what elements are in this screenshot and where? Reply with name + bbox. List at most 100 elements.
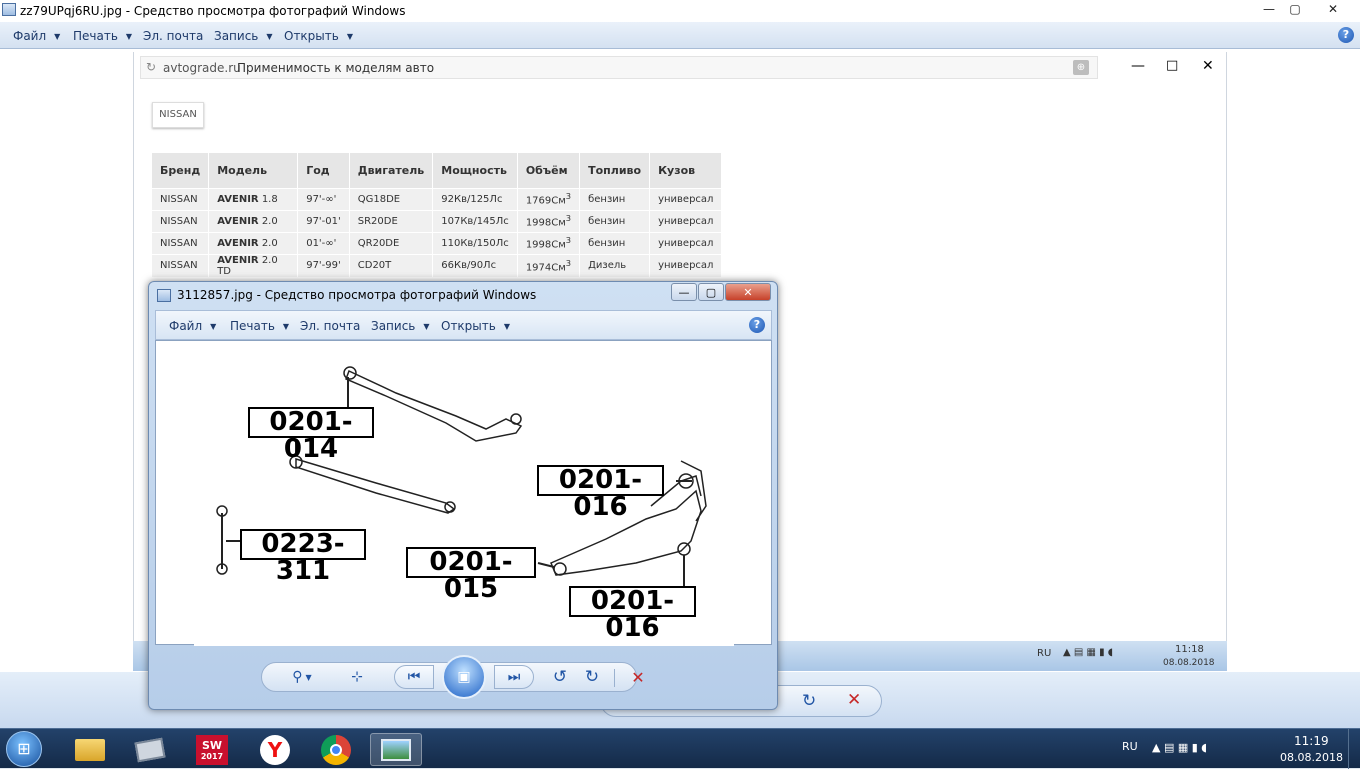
browser-maximize-button[interactable]: □ [1166, 58, 1178, 73]
cell-engine: SR20DE [349, 209, 434, 232]
help-icon[interactable]: ? [749, 317, 765, 333]
model-trim: 1.8 [261, 193, 278, 205]
table-row: NISSAN AVENIR 2.0 01'-∞' QR20DE 110Кв/15… [152, 231, 723, 254]
header-volume: Объём [517, 153, 581, 188]
menu-open-label: Открыть [441, 319, 496, 333]
inner-tray-date: 08.08.2018 [1163, 658, 1215, 668]
cell-engine: QG18DE [349, 187, 434, 210]
volume-value: 1998См [525, 239, 566, 251]
chevron-down-icon: ▼ [125, 32, 133, 41]
cell-brand: NISSAN [152, 231, 210, 254]
cell-year: 97'-∞' [297, 187, 350, 210]
tray-lang[interactable]: RU [1122, 740, 1138, 753]
chevron-down-icon: ▼ [423, 322, 430, 331]
tray-date: 08.08.2018 [1280, 751, 1343, 764]
menu-burn[interactable]: Запись ▼ [371, 319, 430, 333]
menu-print[interactable]: Печать ▼ [230, 319, 289, 333]
cell-model: AVENIR 1.8 [208, 187, 299, 210]
cell-volume: 1974См3 [517, 253, 581, 277]
cell-fuel: бензин [579, 187, 651, 210]
menu-file[interactable]: Файл ▼ [13, 29, 60, 43]
photo-viewer-taskbar-icon[interactable] [370, 733, 422, 766]
cell-year: 97'-99' [297, 253, 350, 277]
previous-icon[interactable]: ⏮ [394, 665, 434, 689]
start-button[interactable]: ⊞ [6, 731, 42, 767]
tray-icons[interactable]: ▲ ▤ ▦ ▮ ◖ [1152, 741, 1207, 754]
cell-body: универсал [649, 231, 723, 254]
chrome-icon[interactable] [310, 733, 362, 766]
table-header-row: Бренд Модель Год Двигатель Мощность Объё… [152, 153, 723, 188]
cell-power: 66Кв/90Лс [432, 253, 518, 277]
viewer-toolbar: ⚲ ▼ ⊹ ⏮ ▣ ⏭ ↺ ↻ ✕ [261, 655, 645, 699]
chevron-down-icon: ▼ [54, 32, 61, 41]
chevron-down-icon: ▼ [346, 32, 353, 41]
cell-power: 92Кв/125Лс [432, 187, 518, 210]
delete-icon[interactable]: ✕ [624, 663, 652, 691]
show-desktop-button[interactable] [1348, 729, 1360, 769]
volume-value: 1769См [525, 195, 566, 207]
app-icon [157, 289, 171, 302]
menu-email[interactable]: Эл. почта [300, 319, 360, 333]
cell-model: AVENIR 2.0 [208, 209, 299, 232]
photo-viewer-window[interactable]: 3112857.jpg - Средство просмотра фотогра… [148, 281, 778, 710]
header-body: Кузов [649, 153, 723, 188]
browser-minimize-button[interactable]: — [1131, 58, 1145, 74]
minimize-button[interactable]: — [1256, 0, 1282, 18]
slideshow-button[interactable]: ▣ [442, 655, 486, 699]
volume-unit-sup: 3 [565, 191, 572, 202]
volume-value: 1998См [525, 217, 566, 229]
browser-close-button[interactable]: ✕ [1202, 58, 1214, 74]
chevron-down-icon: ▼ [282, 322, 290, 331]
fit-to-window-icon[interactable]: ⊹ [342, 663, 372, 691]
menu-print[interactable]: Печать ▼ [73, 29, 132, 43]
cell-volume: 1769См3 [517, 187, 581, 210]
explorer-icon[interactable] [64, 733, 116, 766]
viewer-close-button[interactable]: ✕ [725, 283, 771, 301]
address-bar[interactable]: ↻ avtograde.ru Применимость к моделям ав… [140, 56, 1098, 79]
part-label-0201-014: 0201-014 [248, 407, 374, 463]
cell-body: универсал [649, 187, 723, 210]
model-trim: 2.0 [261, 237, 278, 249]
cell-model: AVENIR 2.0 TD [208, 253, 299, 277]
cell-year: 01'-∞' [297, 231, 350, 254]
rotate-right-icon[interactable]: ↻ [802, 691, 816, 711]
inner-tray-time: 11:18 [1175, 644, 1204, 655]
cell-fuel: Дизель [579, 253, 651, 277]
model-name: AVENIR [217, 215, 259, 227]
brand-button-label: NISSAN [159, 109, 197, 120]
menu-print-label: Печать [73, 29, 118, 43]
chevron-down-icon: ▼ [503, 322, 510, 331]
brand-button[interactable]: NISSAN [152, 102, 204, 128]
rotate-left-icon[interactable]: ↺ [546, 663, 574, 691]
zoom-icon[interactable]: ⚲ ▼ [284, 663, 320, 691]
cell-brand: NISSAN [152, 187, 210, 210]
menu-open-label: Открыть [284, 29, 339, 43]
extension-icon[interactable]: ⊕ [1073, 60, 1089, 75]
window-title: zz79UPqj6RU.jpg - Средство просмотра фот… [20, 4, 406, 18]
solidworks-icon[interactable]: SW 2017 [186, 733, 238, 766]
rotate-right-icon[interactable]: ↻ [578, 663, 606, 691]
viewer-minimize-button[interactable]: — [671, 283, 697, 301]
yandex-browser-icon[interactable]: Y [249, 733, 301, 766]
table-row: NISSAN AVENIR 2.0 TD 97'-99' CD20T 66Кв/… [152, 253, 723, 277]
refresh-icon[interactable]: ↻ [146, 60, 156, 74]
menu-burn[interactable]: Запись ▼ [214, 29, 273, 43]
help-icon[interactable]: ? [1338, 27, 1354, 43]
menu-open[interactable]: Открыть ▼ [284, 29, 353, 43]
delete-icon[interactable]: ✕ [847, 690, 861, 710]
next-icon[interactable]: ⏭ [494, 665, 534, 689]
menu-burn-label: Запись [214, 29, 259, 43]
task-manager-icon[interactable] [124, 733, 176, 766]
menu-file[interactable]: Файл ▼ [169, 319, 216, 333]
menu-print-label: Печать [230, 319, 275, 333]
close-button[interactable]: ✕ [1318, 0, 1348, 18]
part-label-0201-016-bottom: 0201-016 [569, 586, 696, 642]
menu-email[interactable]: Эл. почта [143, 29, 203, 43]
header-model: Модель [208, 153, 299, 188]
viewer-maximize-button[interactable]: ▢ [698, 283, 724, 301]
menu-open[interactable]: Открыть ▼ [441, 319, 510, 333]
maximize-button[interactable]: ▢ [1282, 0, 1308, 18]
cell-year: 97'-01' [297, 209, 350, 232]
header-power: Мощность [432, 153, 518, 188]
page-title: Применимость к моделям авто [237, 61, 435, 75]
